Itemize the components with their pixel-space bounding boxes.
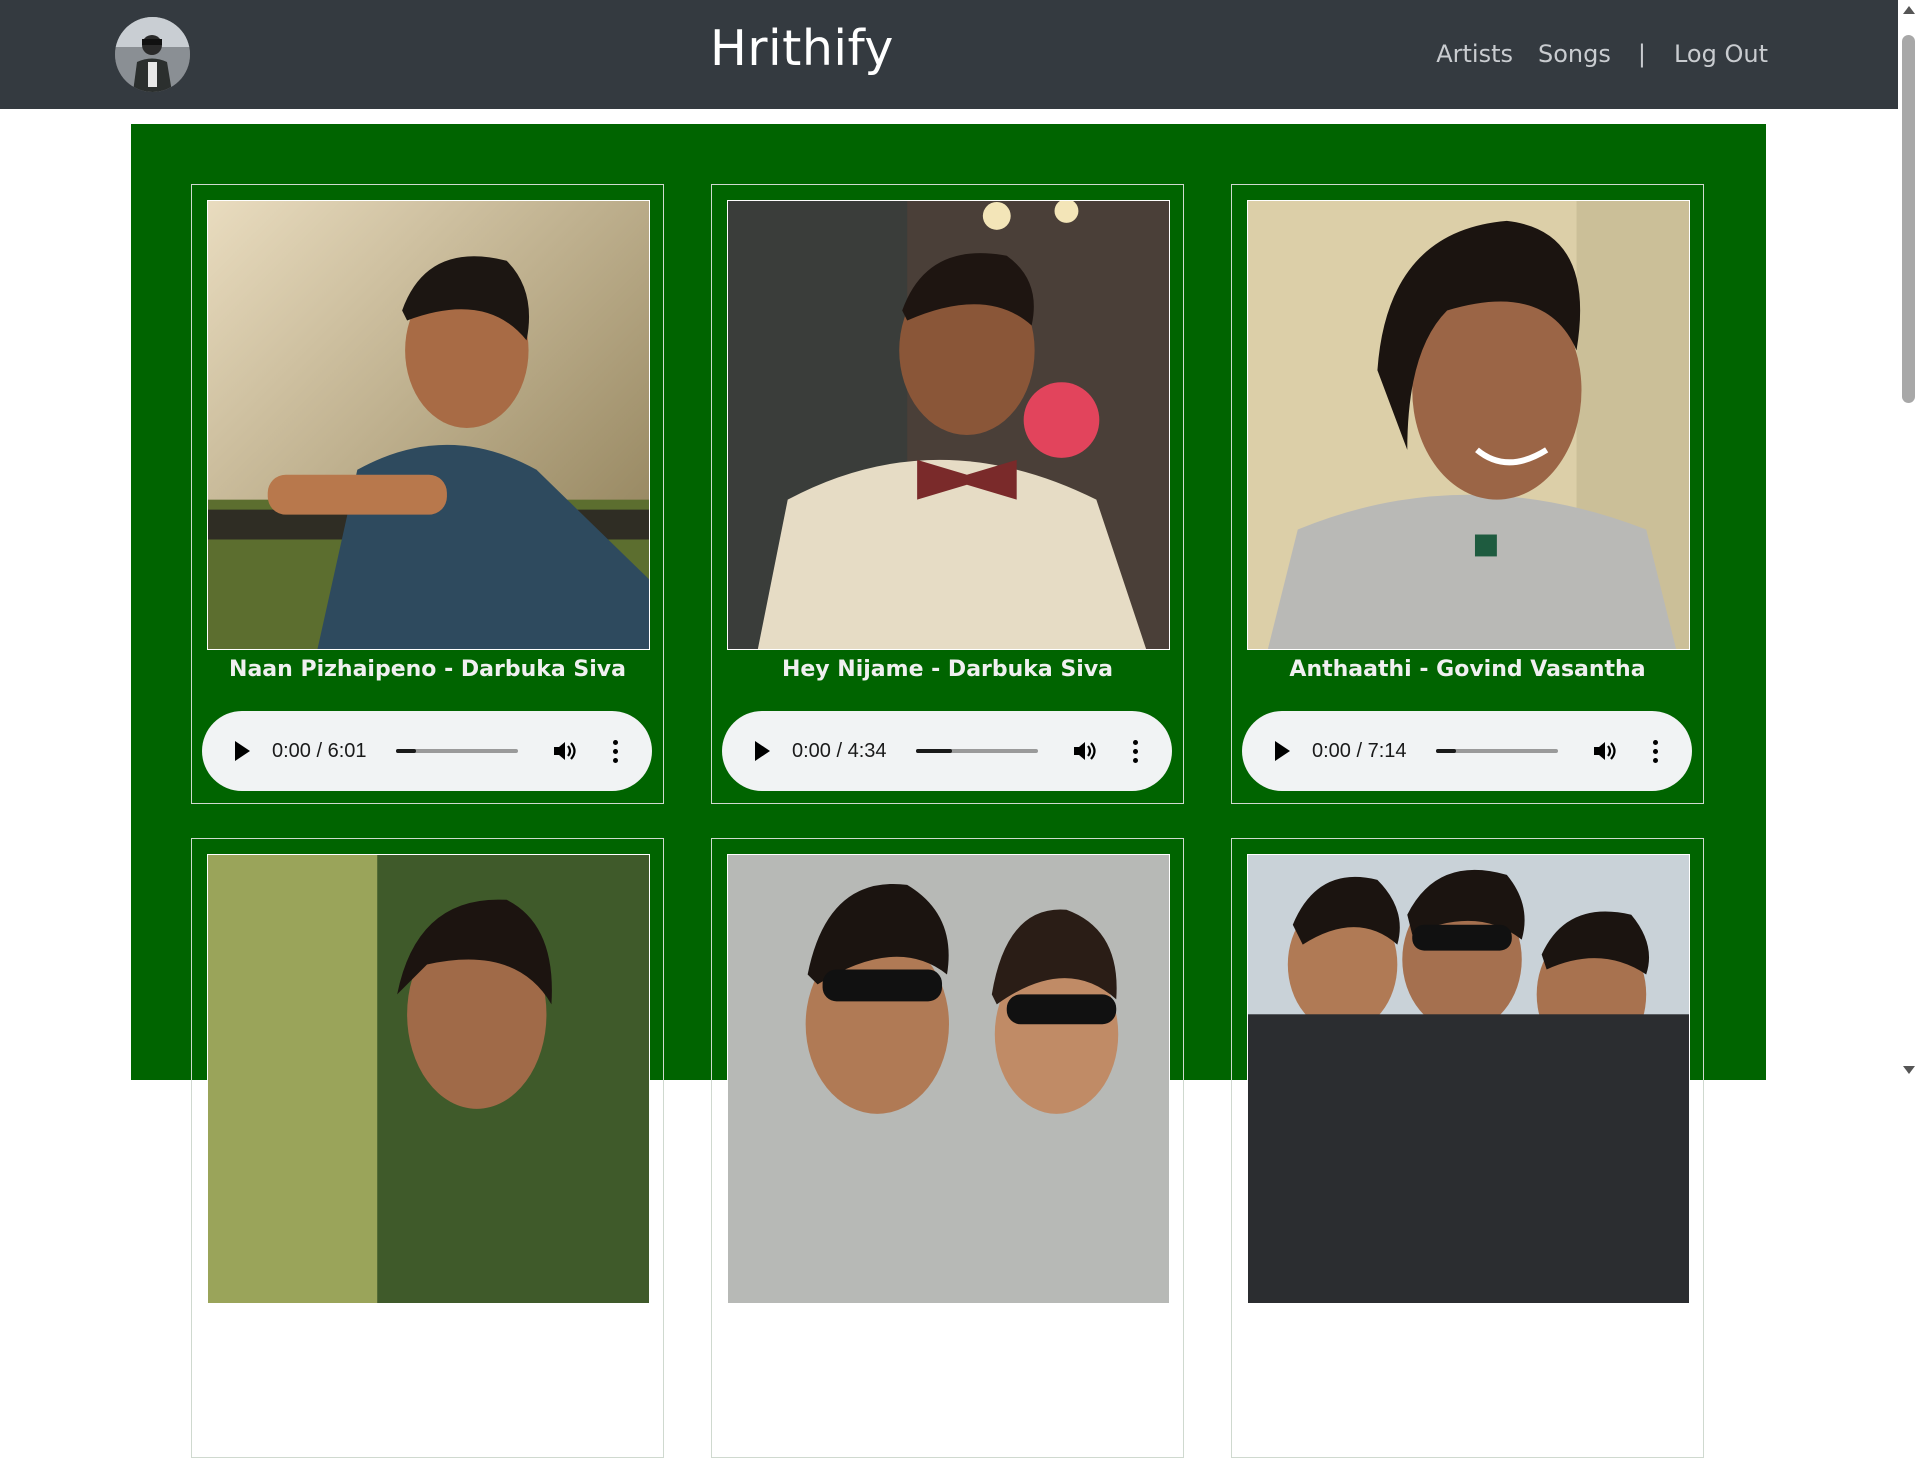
nav-artists-link[interactable]: Artists [1436,40,1513,68]
audio-time: 0:00 / 7:14 [1312,740,1407,762]
play-icon[interactable] [235,741,250,761]
artist-photo-icon [1247,854,1690,1304]
volume-icon[interactable] [1072,739,1098,763]
more-options-icon[interactable] [612,739,618,763]
scroll-up-arrow-icon[interactable] [1903,6,1915,14]
volume-icon[interactable] [552,739,578,763]
seek-slider[interactable] [916,749,1038,753]
artist-photo-icon [207,854,650,1304]
song-card [1231,838,1704,1458]
song-card: Hey Nijame - Darbuka Siva 0:00 / 4:34 [711,184,1184,804]
song-title: Hey Nijame - Darbuka Siva [781,657,1114,682]
audio-time: 0:00 / 4:34 [792,740,887,762]
volume-icon[interactable] [1592,739,1618,763]
audio-time: 0:00 / 6:01 [272,740,367,762]
audio-player[interactable]: 0:00 / 6:01 [202,711,652,791]
songs-grid: Naan Pizhaipeno - Darbuka Siva 0:00 / 6:… [131,124,1766,1458]
user-avatar[interactable] [115,17,190,92]
seek-slider[interactable] [1436,749,1558,753]
page-scrollbar[interactable] [1898,0,1920,1080]
scroll-down-arrow-icon[interactable] [1903,1066,1915,1074]
artist-photo-icon [727,854,1170,1304]
audio-player[interactable]: 0:00 / 7:14 [1242,711,1692,791]
brand-title[interactable]: Hrithify [710,14,893,84]
nav-logout-link[interactable]: Log Out [1674,40,1768,68]
play-icon[interactable] [755,741,770,761]
top-navbar: Hrithify Artists Songs | Log Out [0,0,1898,109]
audio-player[interactable]: 0:00 / 4:34 [722,711,1172,791]
nav-links: Artists Songs | Log Out [1436,34,1768,74]
song-card [191,838,664,1458]
artist-photo-icon [1247,200,1690,650]
scroll-thumb[interactable] [1902,35,1915,403]
nav-songs-link[interactable]: Songs [1538,40,1611,68]
nav-separator: | [1637,40,1646,68]
seek-slider[interactable] [396,749,518,753]
more-options-icon[interactable] [1652,739,1658,763]
song-title: Anthaathi - Govind Vasantha [1289,657,1646,682]
song-card [711,838,1184,1458]
more-options-icon[interactable] [1132,739,1138,763]
play-icon[interactable] [1275,741,1290,761]
artist-photo-icon [207,200,650,650]
artist-photo-icon [727,200,1170,650]
song-title: Naan Pizhaipeno - Darbuka Siva [229,657,626,682]
song-card: Anthaathi - Govind Vasantha 0:00 / 7:14 [1231,184,1704,804]
song-card: Naan Pizhaipeno - Darbuka Siva 0:00 / 6:… [191,184,664,804]
